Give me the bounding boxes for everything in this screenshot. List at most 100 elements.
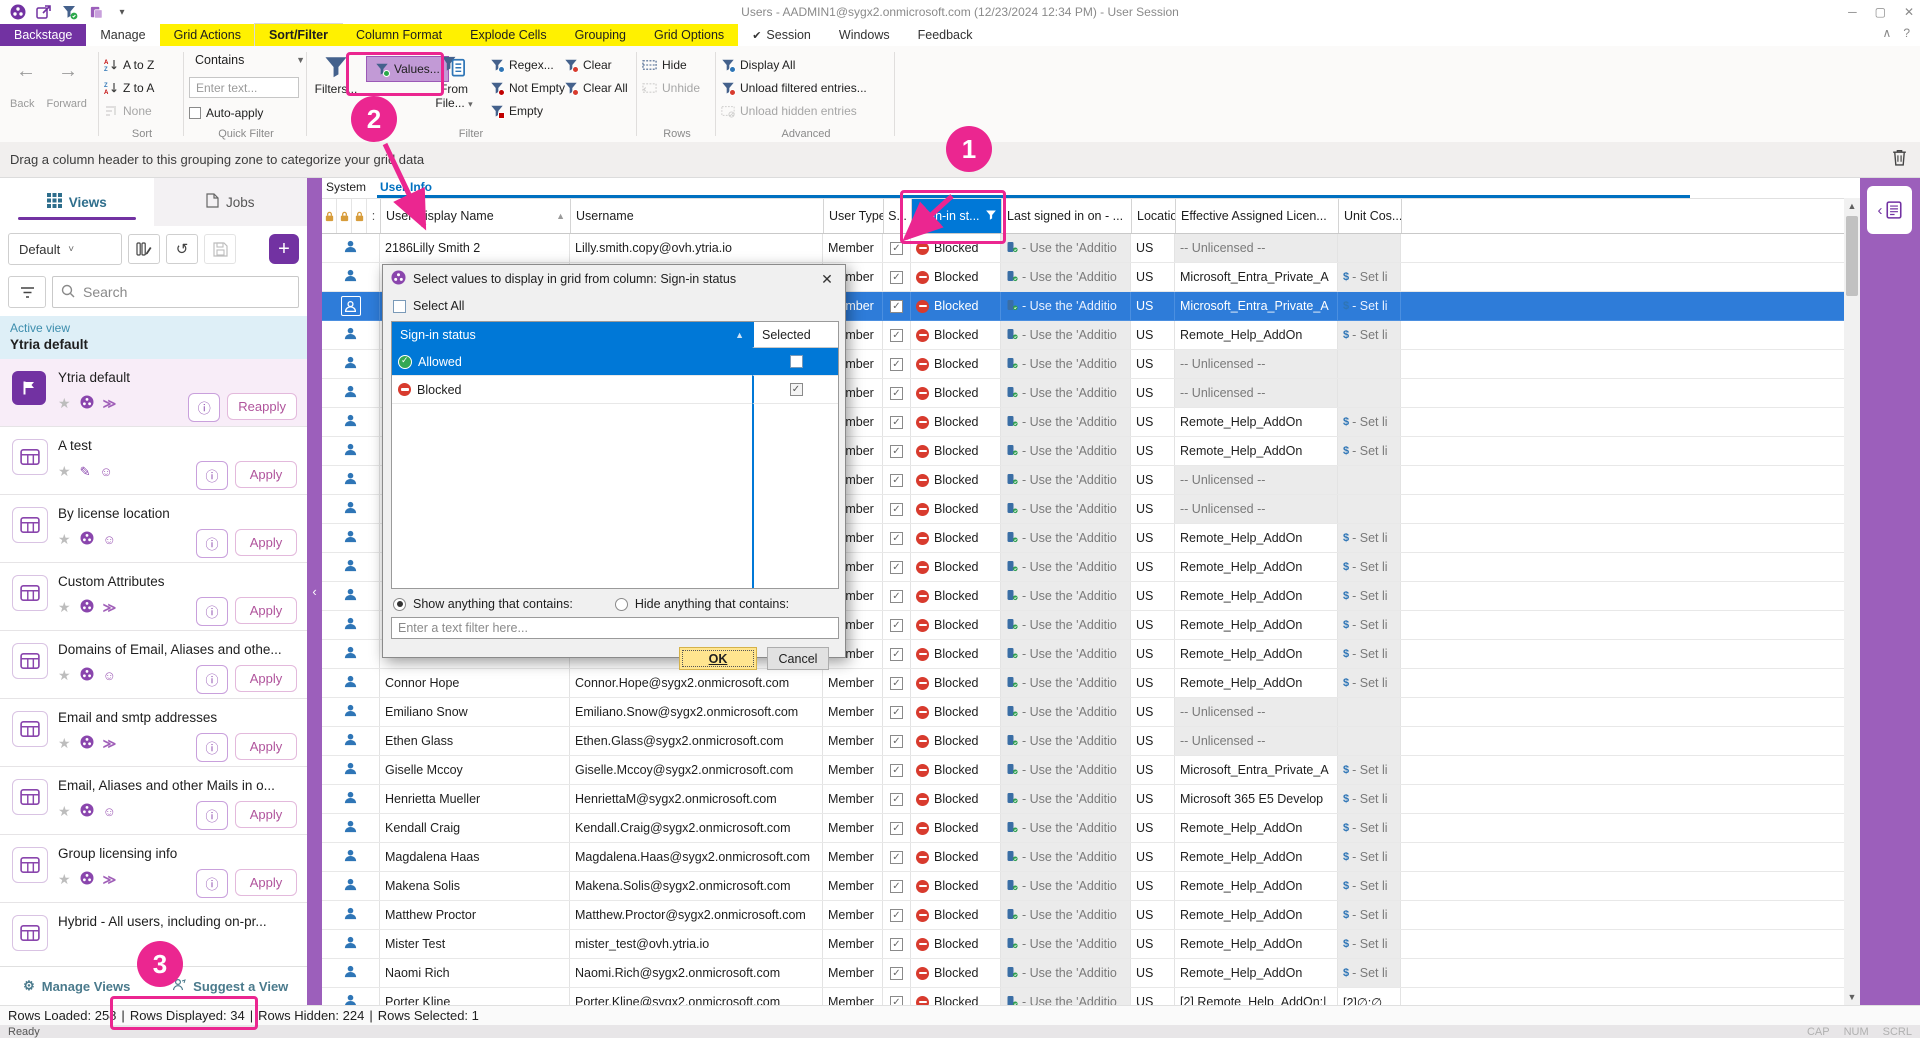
close-button[interactable]: ✕: [1904, 5, 1914, 19]
dialog-value-column-header[interactable]: Sign-in status▲: [392, 322, 752, 348]
view-card[interactable]: By license location★☺ⓘApply: [0, 495, 307, 563]
view-filter-button[interactable]: [8, 276, 46, 308]
table-row[interactable]: Connor HopeConnor.Hope@sygx2.onmicrosoft…: [322, 669, 1844, 698]
view-card[interactable]: A test★✎☺ⓘApply: [0, 427, 307, 495]
table-row[interactable]: Emiliano SnowEmiliano.Snow@sygx2.onmicro…: [322, 698, 1844, 727]
ok-button[interactable]: OK: [679, 647, 757, 670]
show-contains-radio[interactable]: Show anything that contains:: [393, 597, 573, 611]
quick-filter-operator[interactable]: Contains▼: [189, 53, 311, 67]
row-checkbox[interactable]: ✓: [890, 242, 903, 255]
maximize-button[interactable]: ▢: [1875, 5, 1886, 19]
dialog-row-blocked[interactable]: Blocked ✓: [392, 376, 838, 404]
apply-button[interactable]: Apply: [235, 597, 297, 624]
allowed-checkbox[interactable]: [790, 355, 803, 368]
header-user-type[interactable]: User Type: [824, 199, 884, 233]
tab-session[interactable]: ✔Session: [738, 24, 825, 46]
sidebar-collapse-handle[interactable]: ‹: [307, 178, 322, 1005]
trash-icon[interactable]: [1891, 148, 1908, 170]
view-card[interactable]: Email and smtp addresses★≫ⓘApply: [0, 699, 307, 767]
header-location[interactable]: Locatio...: [1132, 199, 1176, 233]
clear-button[interactable]: Clear: [564, 54, 612, 75]
tab-manage[interactable]: Manage: [86, 24, 159, 46]
row-checkbox[interactable]: ✓: [890, 503, 903, 516]
table-row[interactable]: Magdalena HaasMagdalena.Haas@sygx2.onmic…: [322, 843, 1844, 872]
display-all-button[interactable]: Display All: [721, 54, 795, 75]
header-effective-license[interactable]: Effective Assigned Licen...: [1176, 199, 1339, 233]
view-card[interactable]: Ytria default★≫ⓘReapply: [0, 359, 307, 427]
from-file-button[interactable]: From File... ▾: [428, 54, 480, 110]
right-panel-expander[interactable]: ‹: [1867, 186, 1912, 234]
apply-button[interactable]: Apply: [235, 733, 297, 760]
auto-apply-checkbox[interactable]: Auto-apply: [189, 102, 263, 123]
table-row[interactable]: Makena SolisMakena.Solis@sygx2.onmicroso…: [322, 872, 1844, 901]
row-checkbox[interactable]: ✓: [890, 590, 903, 603]
hide-rows-button[interactable]: Hide: [642, 54, 687, 75]
qat-dropdown-icon[interactable]: ▾: [114, 4, 130, 20]
empty-button[interactable]: Empty: [490, 100, 543, 121]
collapse-ribbon-icon[interactable]: ∧: [1883, 26, 1892, 40]
suggest-view-link[interactable]: Suggest a View: [154, 978, 308, 995]
info-button[interactable]: ⓘ: [196, 529, 228, 558]
row-checkbox[interactable]: ✓: [890, 909, 903, 922]
text-filter-input[interactable]: [391, 617, 839, 639]
save-view-button[interactable]: [204, 234, 236, 264]
table-row[interactable]: 2186Lilly Smith 2Lilly.smith.copy@ovh.yt…: [322, 234, 1844, 263]
search-input[interactable]: Search: [52, 276, 299, 308]
blocked-checkbox[interactable]: ✓: [790, 383, 803, 396]
header-sign-in-status[interactable]: Sign-in st...: [912, 199, 1002, 233]
sort-z-to-a-button[interactable]: ZAZ to A: [104, 77, 154, 98]
row-checkbox[interactable]: ✓: [890, 300, 903, 313]
tab-jobs[interactable]: Jobs: [154, 178, 308, 226]
table-row[interactable]: Ethen GlassEthen.Glass@sygx2.onmicrosoft…: [322, 727, 1844, 756]
info-button[interactable]: ⓘ: [196, 733, 228, 762]
row-checkbox[interactable]: ✓: [890, 648, 903, 661]
filters-button[interactable]: Filters...: [312, 54, 360, 96]
view-card[interactable]: Custom Attributes★≫ⓘApply: [0, 563, 307, 631]
regex-button[interactable]: Regex...: [490, 54, 554, 75]
dialog-close-icon[interactable]: ✕: [817, 271, 837, 288]
manage-views-link[interactable]: ⚙ Manage Views: [0, 978, 154, 994]
minimize-button[interactable]: ─: [1848, 5, 1857, 19]
header-s[interactable]: S...: [884, 199, 912, 233]
header-username[interactable]: Username: [571, 199, 824, 233]
row-checkbox[interactable]: ✓: [890, 822, 903, 835]
table-row[interactable]: Naomi RichNaomi.Rich@sygx2.onmicrosoft.c…: [322, 959, 1844, 988]
tab-windows[interactable]: Windows: [825, 24, 904, 46]
clear-all-button[interactable]: Clear All: [564, 77, 628, 98]
row-checkbox[interactable]: ✓: [890, 764, 903, 777]
row-checkbox[interactable]: ✓: [890, 271, 903, 284]
dialog-row-allowed[interactable]: Allowed: [392, 348, 838, 376]
reset-view-button[interactable]: ↺: [166, 234, 198, 264]
unload-hidden-button[interactable]: Unload hidden entries: [721, 100, 857, 121]
scroll-down-icon[interactable]: ▼: [1844, 989, 1860, 1005]
info-button[interactable]: ⓘ: [196, 801, 228, 830]
info-button[interactable]: ⓘ: [188, 393, 220, 422]
sort-a-to-z-button[interactable]: AZA to Z: [104, 54, 154, 75]
forward-button[interactable]: →: [58, 60, 78, 83]
header-user-display-name[interactable]: User Display Name▲: [381, 199, 571, 233]
dialog-selected-column-header[interactable]: Selected: [752, 322, 838, 348]
header-unit-cost[interactable]: Unit Cos...: [1339, 199, 1402, 233]
tab-column-format[interactable]: Column Format: [342, 24, 456, 46]
add-view-button[interactable]: +: [269, 234, 299, 264]
tab-grid-options[interactable]: Grid Options: [640, 24, 738, 46]
apply-button[interactable]: Apply: [235, 529, 297, 556]
view-card[interactable]: Group licensing info★≫ⓘApply: [0, 835, 307, 903]
row-checkbox[interactable]: ✓: [890, 938, 903, 951]
tab-grid-actions[interactable]: Grid Actions: [160, 24, 255, 46]
row-checkbox[interactable]: ✓: [890, 619, 903, 632]
dialog-title-bar[interactable]: Select values to display in grid from co…: [383, 265, 845, 293]
apply-button[interactable]: Apply: [235, 665, 297, 692]
table-row[interactable]: Mister Testmister_test@ovh.ytria.ioMembe…: [322, 930, 1844, 959]
row-checkbox[interactable]: ✓: [890, 532, 903, 545]
row-checkbox[interactable]: ✓: [890, 735, 903, 748]
export-icon[interactable]: [36, 4, 52, 20]
tab-backstage[interactable]: Backstage: [0, 24, 86, 46]
filter-check-icon[interactable]: [62, 4, 78, 20]
row-checkbox[interactable]: ✓: [890, 677, 903, 690]
apply-button[interactable]: Apply: [235, 801, 297, 828]
vertical-scrollbar[interactable]: ▲ ▼: [1844, 198, 1860, 1005]
tab-feedback[interactable]: Feedback: [904, 24, 987, 46]
info-button[interactable]: ⓘ: [196, 869, 228, 898]
tab-views[interactable]: Views: [0, 178, 154, 226]
